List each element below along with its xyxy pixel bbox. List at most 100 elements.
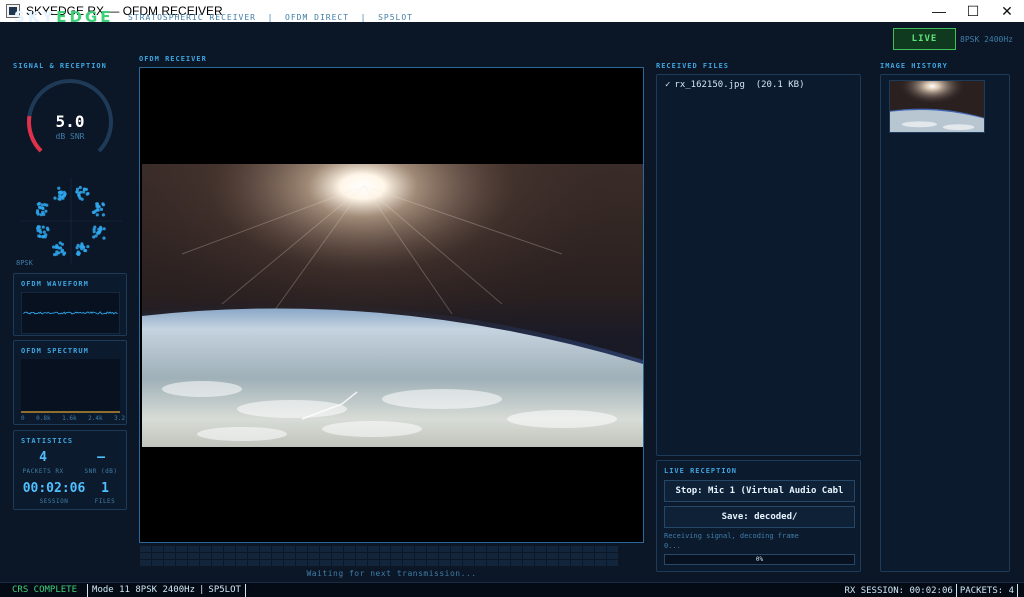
packet-cell [151, 553, 163, 559]
reception-status: Receiving signal, decoding frame 0... [664, 531, 855, 551]
progress-text: 0% [755, 556, 764, 563]
packet-cell [439, 546, 451, 552]
packet-cell [379, 546, 391, 552]
packet-cell [415, 546, 427, 552]
spectrum-tick: 0.8k [36, 415, 51, 422]
waveform-panel: OFDM WAVEFORM [13, 273, 127, 336]
file-item[interactable]: ✓ rx_162150.jpg (20.1 KB) [665, 80, 805, 90]
constellation-point [96, 231, 100, 235]
packet-cell [199, 560, 211, 566]
packet-cell [499, 553, 511, 559]
packet-cell [379, 553, 391, 559]
packet-cell [595, 546, 607, 552]
status-complete: CRS COMPLETE [12, 585, 78, 595]
packet-cell [487, 560, 499, 566]
packet-cell [559, 546, 571, 552]
status-packets: PACKETS: 4 [959, 585, 1014, 596]
packet-cell [259, 546, 271, 552]
close-button[interactable]: ✕ [990, 0, 1024, 22]
constellation-point [42, 234, 46, 238]
maximize-button[interactable]: ☐ [956, 0, 990, 22]
packet-cell [427, 546, 439, 552]
packet-cell [451, 553, 463, 559]
constellation-point [45, 226, 49, 230]
packet-cell [151, 546, 163, 552]
constellation-point [36, 225, 40, 229]
packet-cell [283, 553, 295, 559]
packet-cell [331, 546, 343, 552]
packet-cell [439, 553, 451, 559]
packet-cell [175, 560, 187, 566]
packet-cell [319, 560, 331, 566]
packet-cell [451, 546, 463, 552]
constellation-point [41, 206, 45, 210]
statistics-panel: STATISTICS 4 PACKETS RX — SNR (dB) 00:02… [13, 430, 127, 510]
packet-cell [175, 553, 187, 559]
signal-section-title: SIGNAL & RECEPTION [13, 62, 107, 70]
packet-cell [391, 560, 403, 566]
packet-cell [523, 560, 535, 566]
packet-cell [427, 553, 439, 559]
constellation-point [95, 204, 99, 208]
packet-cell [259, 560, 271, 566]
constellation-point [38, 234, 42, 238]
packet-cell [223, 546, 235, 552]
packet-cell [271, 560, 283, 566]
packet-cell [463, 553, 475, 559]
constellation-point [75, 190, 79, 194]
constellation-point [75, 246, 79, 250]
status-line-1: Receiving signal, decoding frame [664, 532, 799, 540]
snr-stat-label: SNR (dB) [84, 468, 118, 475]
packet-cell [355, 560, 367, 566]
constellation-point [82, 190, 86, 194]
constellation-point [42, 212, 46, 216]
constellation-point [78, 196, 82, 200]
status-callsign: SP5LOT [208, 585, 241, 595]
packet-cell [511, 546, 523, 552]
constellation-point [99, 207, 104, 211]
packet-cell [499, 560, 511, 566]
packet-cell [439, 560, 451, 566]
packet-cell [343, 546, 355, 552]
packet-cell [283, 560, 295, 566]
packet-cell [403, 553, 415, 559]
packet-cell [427, 560, 439, 566]
constellation-point [41, 225, 45, 229]
stop-button[interactable]: Stop: Mic 1 (Virtual Audio Cabl [664, 480, 855, 502]
constellation-point [37, 205, 42, 209]
file-size: (20.1 KB) [755, 80, 805, 90]
mode-label: 8PSK 2400Hz [960, 35, 1013, 44]
packet-cell [391, 546, 403, 552]
constellation-point [99, 228, 103, 232]
history-thumbnail[interactable] [889, 80, 985, 133]
status-line-2: 0... [664, 542, 681, 550]
files-title: RECEIVED FILES [656, 62, 730, 70]
minimize-button[interactable]: — [922, 0, 956, 22]
save-button[interactable]: Save: decoded/ [664, 506, 855, 528]
spectrum-axis: 0 0.8k 1.6k 2.4k 3.2 [21, 415, 125, 422]
decode-progress: 0% [664, 554, 855, 565]
live-button[interactable]: LIVE [893, 28, 956, 50]
constellation-point [57, 191, 62, 195]
constellation-point [93, 209, 98, 213]
spectrum-tick: 2.4k [88, 415, 103, 422]
packet-cell [283, 546, 295, 552]
packet-cell [163, 560, 175, 566]
packet-cell [247, 553, 259, 559]
packet-cell [163, 553, 175, 559]
status-session: RX SESSION: 00:02:06 [844, 585, 953, 596]
constellation-point [75, 187, 80, 191]
packet-cell [547, 553, 559, 559]
constellation-point [58, 241, 62, 245]
packet-cell [583, 560, 595, 566]
waveform-trace [23, 311, 118, 315]
packet-cell [487, 553, 499, 559]
packet-cell [187, 546, 199, 552]
packet-cell [187, 560, 199, 566]
constellation-point [92, 230, 96, 234]
packet-cell [463, 546, 475, 552]
receiver-title: OFDM RECEIVER [139, 55, 207, 63]
packet-cell [211, 560, 223, 566]
packet-cell [607, 560, 618, 566]
packet-cell [547, 560, 559, 566]
